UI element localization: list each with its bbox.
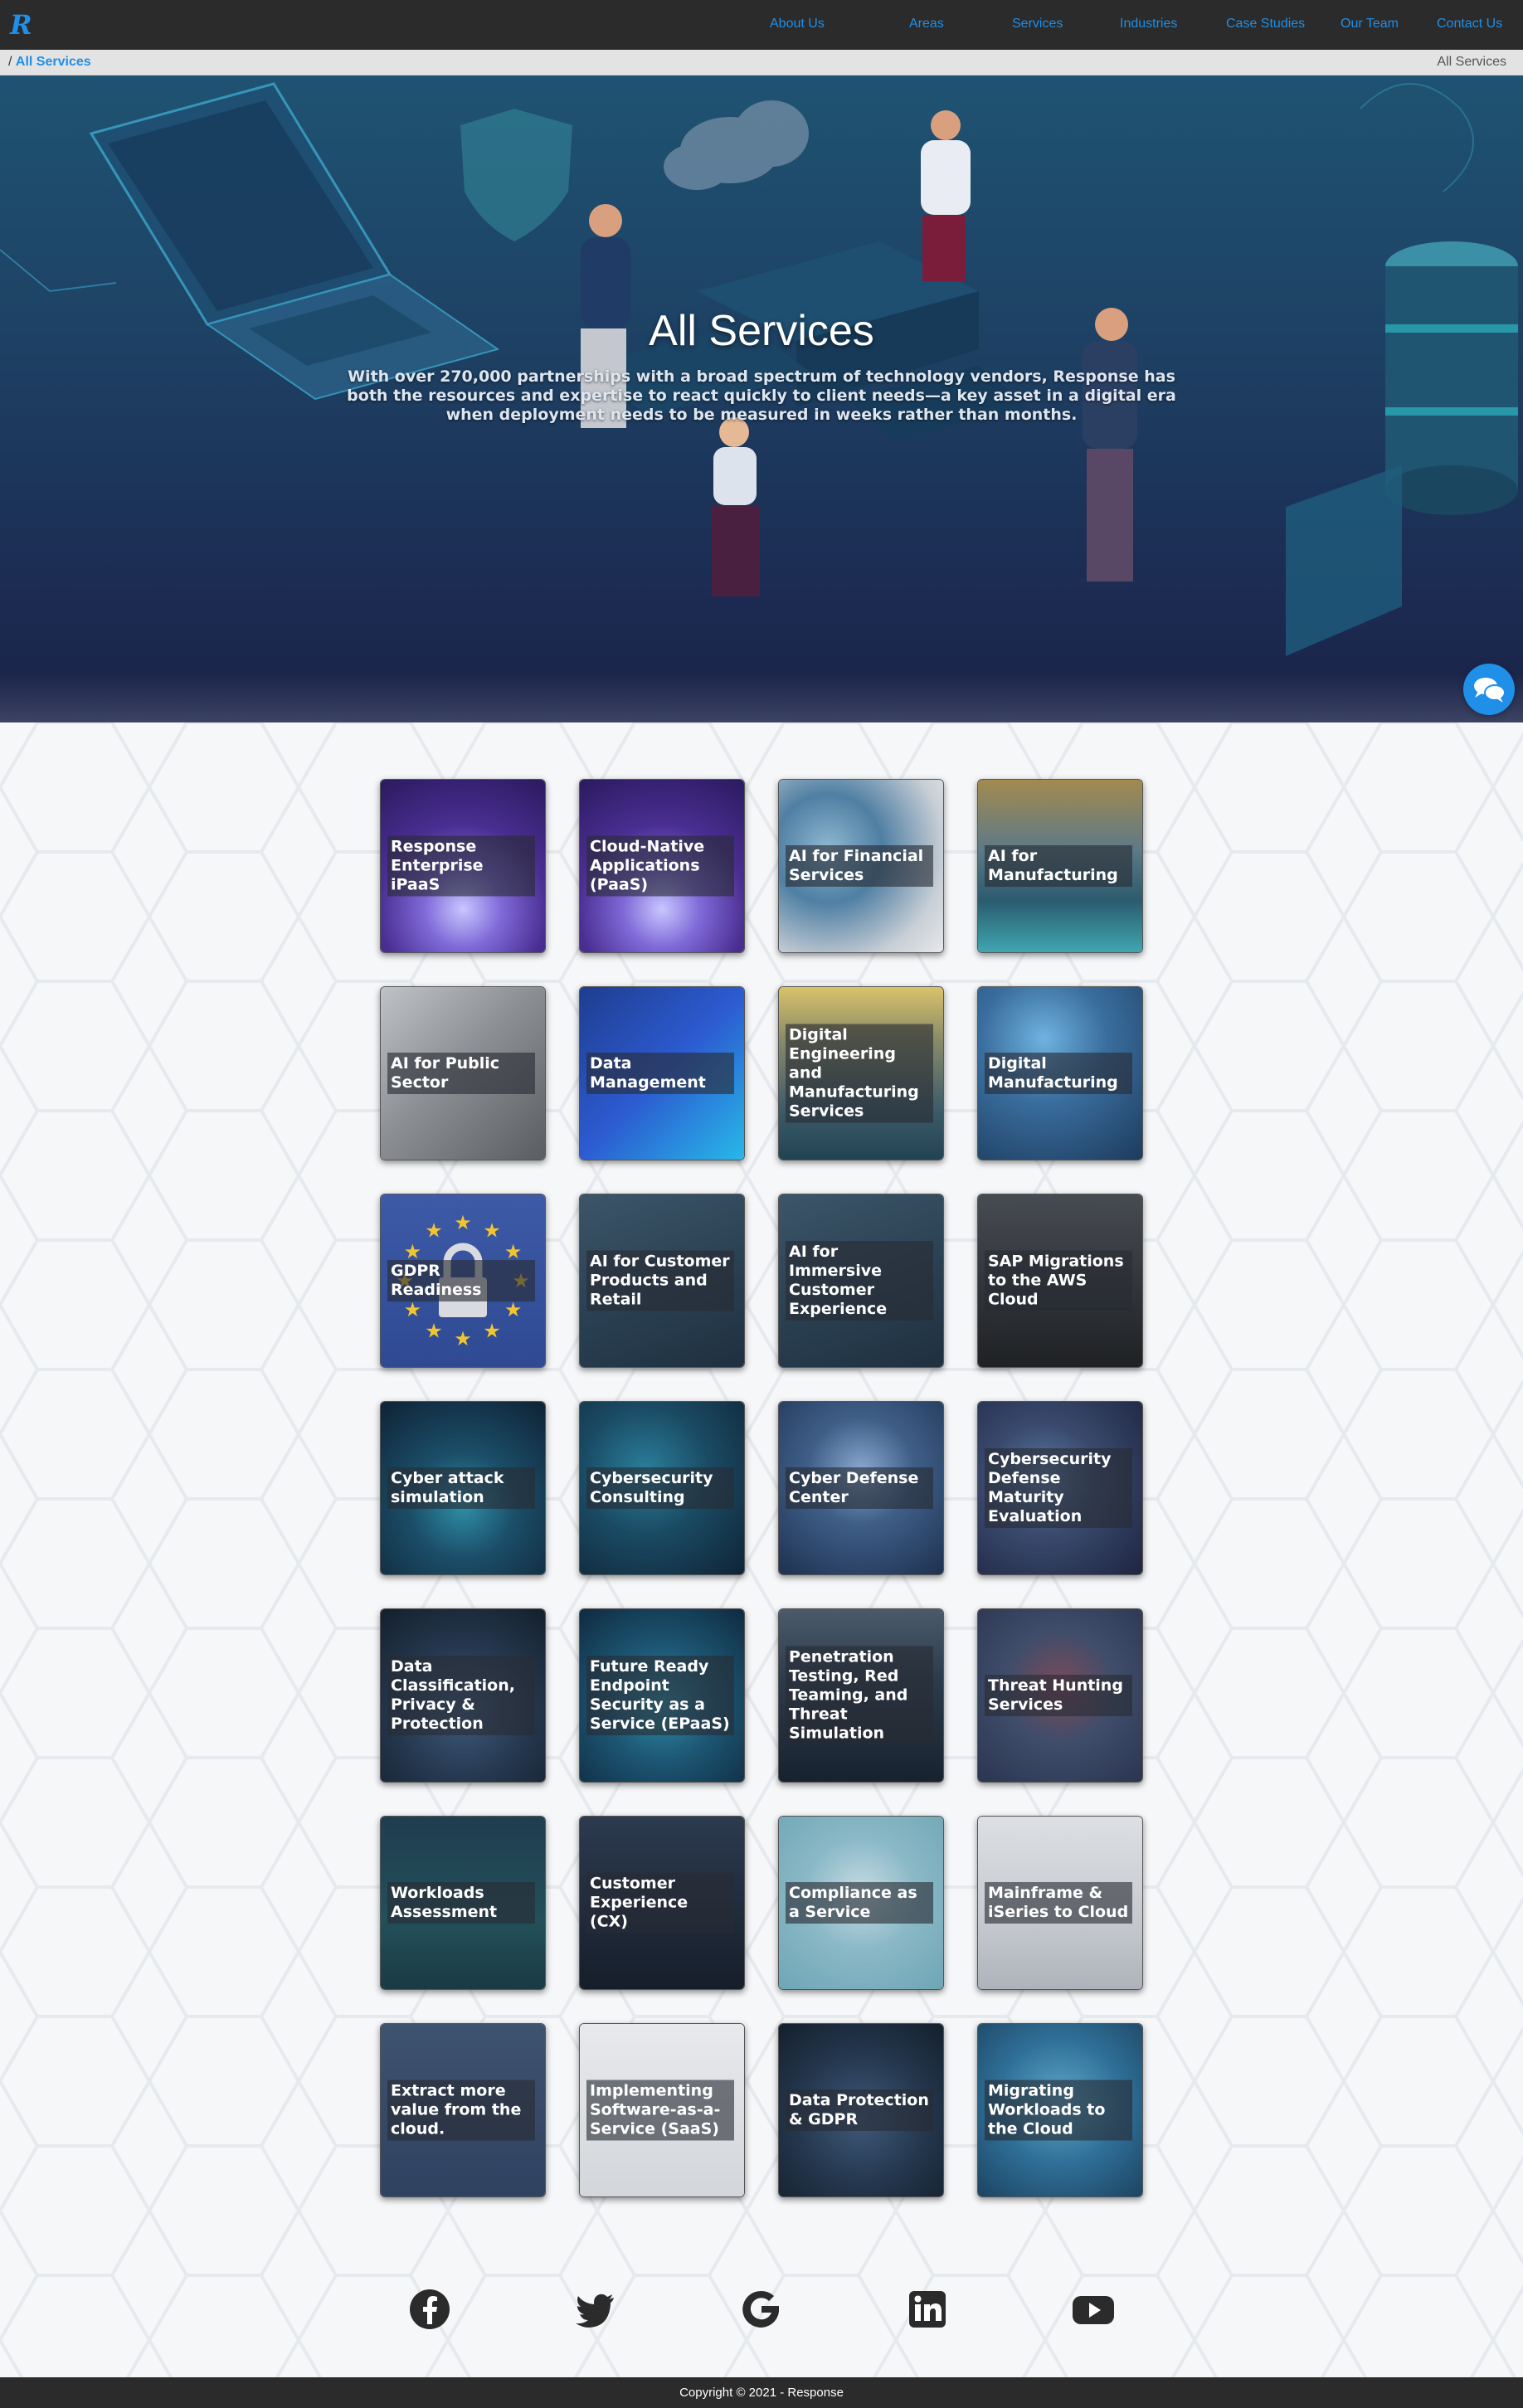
footer-copyright: Copyright © 2021 - Response [0,2377,1523,2408]
facebook-icon [410,2289,450,2329]
service-card-title: GDPR Readiness [387,1260,535,1301]
hexagon-background [0,722,1523,2377]
service-card-title: AI for Financial Services [786,845,933,887]
service-card-title: Customer Experience (CX) [586,1872,734,1934]
service-card-title: AI for Public Sector [387,1053,535,1094]
service-card[interactable]: Cloud-Native Applications (PaaS) [579,779,745,953]
service-card-title: Compliance as a Service [786,1882,933,1924]
service-card[interactable]: AI for Public Sector [380,986,546,1160]
facebook-link[interactable] [408,2288,451,2331]
service-card-title: Cyber Defense Center [786,1467,933,1509]
service-card-title: Threat Hunting Services [985,1675,1132,1716]
hero-subtitle: With over 270,000 partnerships with a br… [347,367,1176,424]
youtube-link[interactable] [1072,2288,1115,2331]
service-card[interactable]: Compliance as a Service [778,1816,944,1990]
nav-areas[interactable]: Areas [909,17,944,32]
nav-about-us[interactable]: About Us [770,17,825,32]
service-card-title: Data Classification, Privacy & Protectio… [387,1656,535,1735]
service-card[interactable]: Implementing Software-as-a-Service (SaaS… [579,2023,745,2197]
nav-case-studies[interactable]: Case Studies [1226,17,1305,32]
chat-bubbles-icon [1474,678,1506,703]
service-card[interactable]: Mainframe & iSeries to Cloud [977,1816,1143,1990]
service-card-title: Cloud-Native Applications (PaaS) [586,835,734,897]
service-card-title: AI for Customer Products and Retail [586,1250,734,1311]
svg-text:★: ★ [483,1320,501,1343]
service-card[interactable]: AI for Immersive Customer Experience [778,1194,944,1368]
service-card-title: SAP Migrations to the AWS Cloud [985,1250,1132,1311]
service-card[interactable]: AI for Customer Products and Retail [579,1194,745,1368]
service-card-title: Cybersecurity Consulting [586,1467,734,1509]
brand-logo[interactable]: R [10,10,33,40]
service-card[interactable]: Extract more value from the cloud. [380,2023,546,2197]
services-section: Response Enterprise iPaaS Cloud-Native Ap… [0,722,1523,2377]
chat-button[interactable] [1463,664,1515,715]
svg-text:★: ★ [425,1219,443,1242]
linkedin-link[interactable] [906,2288,949,2331]
service-card-title: Digital Manufacturing [985,1053,1132,1094]
service-card-title: AI for Manufacturing [985,845,1132,887]
youtube-icon [1073,2296,1114,2324]
service-card[interactable]: Cyber Defense Center [778,1401,944,1575]
breadcrumb-trail: / All Services [8,55,91,70]
page-title: All Services [649,307,874,355]
breadcrumb-current[interactable]: All Services [16,55,91,69]
svg-text:★: ★ [483,1219,501,1242]
service-card[interactable]: Data Classification, Privacy & Protectio… [380,1608,546,1783]
service-card-title: Data Protection & GDPR [786,2089,933,2131]
svg-text:★: ★ [425,1320,443,1343]
hero-banner: All Services With over 270,000 partnersh… [0,75,1523,722]
service-card[interactable]: Penetration Testing, Red Teaming, and Th… [778,1608,944,1783]
service-card[interactable]: Threat Hunting Services [977,1608,1143,1783]
service-card[interactable]: AI for Financial Services [778,779,944,953]
breadcrumb: / All Services All Services [0,50,1523,75]
service-card[interactable]: SAP Migrations to the AWS Cloud [977,1194,1143,1368]
service-card-title: Extract more value from the cloud. [387,2080,535,2141]
service-card-title: Mainframe & iSeries to Cloud [985,1882,1132,1924]
google-icon [742,2290,779,2328]
service-card-title: Cyber attack simulation [387,1467,535,1509]
service-card[interactable]: Data Protection & GDPR [778,2023,944,2197]
service-card[interactable]: ★★★★★★★★★★★★GDPR Readiness [380,1194,546,1368]
linkedin-icon [909,2291,946,2328]
service-card[interactable]: Customer Experience (CX) [579,1816,745,1990]
service-card-title: Penetration Testing, Red Teaming, and Th… [786,1646,933,1745]
service-card[interactable]: AI for Manufacturing [977,779,1143,953]
service-card[interactable]: Response Enterprise iPaaS [380,779,546,953]
service-card[interactable]: Migrating Workloads to the Cloud [977,2023,1143,2197]
service-card[interactable]: Cyber attack simulation [380,1401,546,1575]
service-card[interactable]: Workloads Assessment [380,1816,546,1990]
service-card[interactable]: Data Management [579,986,745,1160]
service-card-title: Migrating Workloads to the Cloud [985,2080,1132,2141]
nav-services[interactable]: Services [1012,17,1063,32]
service-card-title: Future Ready Endpoint Security as a Serv… [586,1656,734,1735]
svg-text:★: ★ [504,1298,523,1321]
service-card-title: AI for Immersive Customer Experience [786,1241,933,1321]
twitter-link[interactable] [574,2288,617,2331]
nav-industries[interactable]: Industries [1120,17,1177,32]
service-card-title: Response Enterprise iPaaS [387,835,535,897]
service-card-title: Cybersecurity Defense Maturity Evaluatio… [985,1448,1132,1528]
service-card[interactable]: Digital Manufacturing [977,986,1143,1160]
breadcrumb-page-label: All Services [1437,55,1506,69]
svg-text:★: ★ [454,1327,472,1350]
service-card-title: Digital Engineering and Manufacturing Se… [786,1024,933,1123]
twitter-icon [576,2294,614,2328]
svg-text:★: ★ [404,1298,422,1321]
service-card-title: Implementing Software-as-a-Service (SaaS… [586,2080,734,2141]
service-card[interactable]: Future Ready Endpoint Security as a Serv… [579,1608,745,1783]
google-link[interactable] [740,2288,783,2331]
nav-our-team[interactable]: Our Team [1341,17,1399,32]
nav-contact-us[interactable]: Contact Us [1437,17,1502,32]
breadcrumb-separator: / [8,55,12,69]
service-card-title: Data Management [586,1053,734,1094]
service-card[interactable]: Cybersecurity Consulting [579,1401,745,1575]
service-card[interactable]: Cybersecurity Defense Maturity Evaluatio… [977,1401,1143,1575]
svg-text:★: ★ [454,1211,472,1234]
service-card-title: Workloads Assessment [387,1882,535,1924]
top-navbar: R About Us Areas Services Industries Cas… [0,0,1523,50]
service-card[interactable]: Digital Engineering and Manufacturing Se… [778,986,944,1160]
